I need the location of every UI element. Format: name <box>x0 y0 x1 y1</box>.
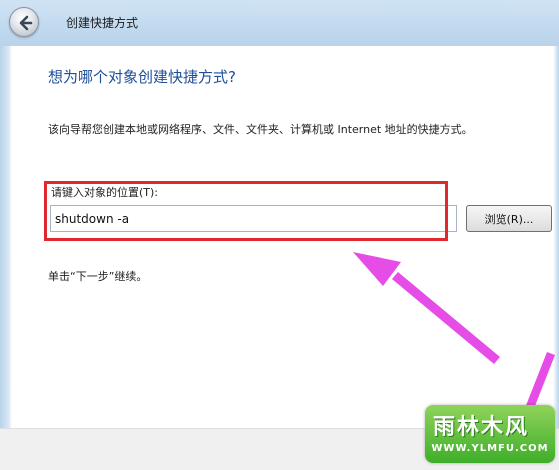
watermark-url: WWW.YLMFU.COM <box>431 443 549 454</box>
annotation-arrow-main <box>392 272 500 364</box>
annotation-arrows <box>353 252 555 434</box>
annotation-arrow-main-head <box>353 252 401 286</box>
watermark-logo: 雨林木风 WWW.YLMFU.COM <box>425 405 555 463</box>
watermark-logo-text: 雨林木风 <box>433 415 530 440</box>
